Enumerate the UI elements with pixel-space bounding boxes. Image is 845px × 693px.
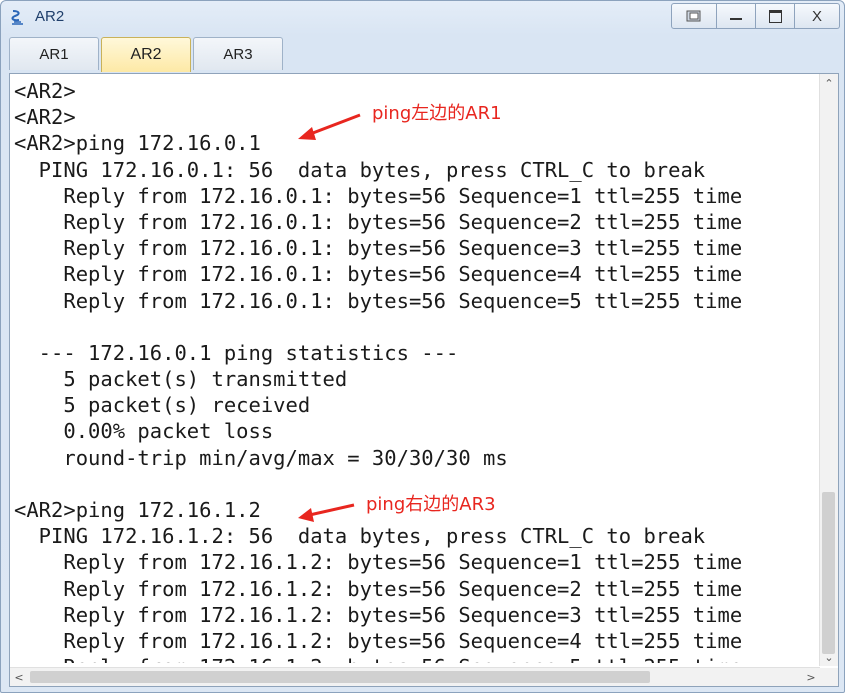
- terminal-output[interactable]: <AR2> <AR2> <AR2>ping 172.16.0.1 PING 172.…: [14, 78, 817, 663]
- terminal-line: <AR2>ping 172.16.0.1: [14, 131, 261, 156]
- tab-ar3[interactable]: AR3: [193, 37, 283, 70]
- terminal-line: PING 172.16.0.1: 56 data bytes, press CT…: [14, 157, 706, 182]
- annotation-ping-ar1: ping左边的AR1: [372, 103, 502, 124]
- terminal-line: Reply from 172.16.0.1: bytes=56 Sequence…: [14, 183, 743, 208]
- device-tabs: AR1 AR2 AR3: [9, 37, 283, 72]
- maximize-icon: [768, 9, 782, 23]
- terminal-line: Reply from 172.16.1.2: bytes=56 Sequence…: [14, 550, 743, 575]
- terminal-line: Reply from 172.16.0.1: bytes=56 Sequence…: [14, 262, 743, 287]
- terminal-line: 5 packet(s) transmitted: [14, 367, 348, 392]
- tab-label: AR3: [223, 45, 253, 63]
- terminal-line: Reply from 172.16.0.1: bytes=56 Sequence…: [14, 288, 743, 313]
- scrollbar-corner: [820, 668, 838, 686]
- terminal-line: Reply from 172.16.0.1: bytes=56 Sequence…: [14, 236, 743, 261]
- terminal-line: Reply from 172.16.1.2: bytes=56 Sequence…: [14, 576, 743, 601]
- scroll-left-icon[interactable]: <: [10, 668, 28, 686]
- terminal-line: PING 172.16.1.2: 56 data bytes, press CT…: [14, 524, 706, 549]
- terminal-line: Reply from 172.16.1.2: bytes=56 Sequence…: [14, 602, 743, 627]
- close-button[interactable]: X: [795, 3, 840, 29]
- tab-ar2[interactable]: AR2: [101, 37, 191, 72]
- maximize-button[interactable]: [756, 3, 795, 29]
- terminal-line: round-trip min/avg/max = 30/30/30 ms: [14, 445, 508, 470]
- annotation-ping-ar3: ping右边的AR3: [366, 494, 496, 515]
- terminal-line: Reply from 172.16.0.1: bytes=56 Sequence…: [14, 209, 743, 234]
- terminal-line: 0.00% packet loss: [14, 419, 274, 444]
- terminal-console[interactable]: <AR2> <AR2> <AR2>ping 172.16.0.1 PING 172.…: [9, 73, 839, 687]
- window-title: AR2: [35, 8, 65, 25]
- tab-label: AR1: [39, 45, 69, 63]
- scroll-down-icon[interactable]: ⌄: [820, 648, 838, 666]
- close-icon: X: [811, 7, 822, 25]
- tab-ar1[interactable]: AR1: [9, 37, 99, 70]
- window-controls: X: [671, 3, 840, 29]
- restore-layout-button[interactable]: [671, 3, 717, 29]
- terminal-line: Reply from 172.16.1.2: bytes=56 Sequence…: [14, 628, 743, 653]
- title-bar[interactable]: AR2 X: [1, 1, 844, 33]
- vertical-scroll-thumb[interactable]: [822, 492, 835, 654]
- terminal-line: Reply from 172.16.1.2: bytes=56 Sequence…: [14, 654, 817, 663]
- vertical-scrollbar[interactable]: ⌃ ⌄: [819, 74, 838, 666]
- tab-label: AR2: [130, 46, 162, 63]
- window-layout-icon: [686, 10, 701, 22]
- terminal-line: --- 172.16.0.1 ping statistics ---: [14, 340, 459, 365]
- terminal-line: 5 packet(s) received: [14, 393, 311, 418]
- router-app-icon: [11, 10, 23, 25]
- scroll-up-icon[interactable]: ⌃: [820, 74, 838, 92]
- scroll-right-icon[interactable]: >: [802, 668, 820, 686]
- horizontal-scrollbar[interactable]: < >: [10, 667, 820, 686]
- minimize-button[interactable]: [717, 3, 756, 29]
- horizontal-scroll-thumb[interactable]: [30, 671, 650, 683]
- minimize-icon: [730, 18, 742, 20]
